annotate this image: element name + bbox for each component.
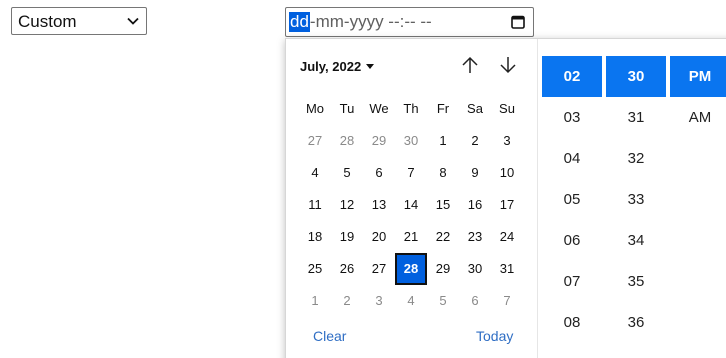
day-cell[interactable]: 27 <box>363 253 395 285</box>
day-cell[interactable]: 1 <box>299 285 331 317</box>
remaining-segments[interactable]: -mm-yyyy --:-- -- <box>310 12 509 32</box>
weekday-label: Tu <box>339 101 355 116</box>
chevron-down-icon <box>126 14 140 28</box>
ampm-option[interactable]: AM <box>670 97 726 138</box>
day-cell[interactable]: 3 <box>491 125 523 157</box>
day-cell[interactable]: 30 <box>459 253 491 285</box>
hour-column: 02 03 04 05 06 07 08 <box>542 56 602 343</box>
day-cell[interactable]: 18 <box>299 221 331 253</box>
weekday-header-row: Mo Tu We Th Fr Sa Su <box>299 93 523 125</box>
calendar-grid: Mo Tu We Th Fr Sa Su 27 28 29 30 1 2 3 4… <box>299 93 523 317</box>
day-cell[interactable]: 6 <box>363 157 395 189</box>
day-cell[interactable]: 7 <box>491 285 523 317</box>
weekday-label: Fr <box>436 101 450 116</box>
minute-option[interactable]: 34 <box>606 220 666 261</box>
minute-option[interactable]: 36 <box>606 302 666 343</box>
hour-option-selected[interactable]: 02 <box>542 56 602 97</box>
week-row: 18 19 20 21 22 23 24 <box>299 221 523 253</box>
day-cell[interactable]: 12 <box>331 189 363 221</box>
hour-option[interactable]: 07 <box>542 261 602 302</box>
day-cell[interactable]: 26 <box>331 253 363 285</box>
minute-option[interactable]: 33 <box>606 179 666 220</box>
day-cell[interactable]: 29 <box>427 253 459 285</box>
day-cell[interactable]: 17 <box>491 189 523 221</box>
day-cell[interactable]: 14 <box>395 189 427 221</box>
week-row: 4 5 6 7 8 9 10 <box>299 157 523 189</box>
datetime-picker-popup: July, 2022 Mo Tu We Th Fr Sa Su 27 28 29… <box>285 38 726 358</box>
hour-option[interactable]: 03 <box>542 97 602 138</box>
next-month-button[interactable] <box>496 53 520 77</box>
day-cell[interactable]: 7 <box>395 157 427 189</box>
day-cell[interactable]: 1 <box>427 125 459 157</box>
weekday-label: Su <box>499 101 515 116</box>
day-cell[interactable]: 31 <box>491 253 523 285</box>
day-segment[interactable]: dd <box>289 12 310 32</box>
day-cell[interactable]: 2 <box>459 125 491 157</box>
week-row: 11 12 13 14 15 16 17 <box>299 189 523 221</box>
day-cell[interactable]: 9 <box>459 157 491 189</box>
weekday-label: We <box>369 101 389 116</box>
day-cell-selected[interactable]: 28 <box>395 253 427 285</box>
datetime-input[interactable]: dd -mm-yyyy --:-- -- <box>285 7 534 37</box>
weekday-label: Th <box>403 101 419 116</box>
minute-option[interactable]: 32 <box>606 138 666 179</box>
hour-option[interactable]: 05 <box>542 179 602 220</box>
day-cell[interactable]: 10 <box>491 157 523 189</box>
ampm-option-selected[interactable]: PM <box>670 56 726 97</box>
day-cell[interactable]: 8 <box>427 157 459 189</box>
today-button[interactable]: Today <box>476 328 513 344</box>
caret-down-icon <box>366 63 375 69</box>
day-cell[interactable]: 4 <box>299 157 331 189</box>
day-cell[interactable]: 19 <box>331 221 363 253</box>
hour-option[interactable]: 08 <box>542 302 602 343</box>
arrow-up-icon <box>462 56 478 73</box>
minute-option[interactable]: 35 <box>606 261 666 302</box>
day-cell[interactable]: 16 <box>459 189 491 221</box>
day-cell[interactable]: 23 <box>459 221 491 253</box>
day-cell[interactable]: 30 <box>395 125 427 157</box>
month-year-dropdown[interactable]: July, 2022 <box>300 59 375 74</box>
ampm-column: PM AM <box>670 56 726 138</box>
day-cell[interactable]: 25 <box>299 253 331 285</box>
day-cell[interactable]: 3 <box>363 285 395 317</box>
weekday-label: Mo <box>305 101 325 116</box>
weekday-label: Sa <box>467 101 483 116</box>
month-year-label: July, 2022 <box>300 59 362 74</box>
week-row: 27 28 29 30 1 2 3 <box>299 125 523 157</box>
day-cell[interactable]: 5 <box>427 285 459 317</box>
day-cell[interactable]: 4 <box>395 285 427 317</box>
day-cell[interactable]: 27 <box>299 125 331 157</box>
calendar-icon[interactable] <box>509 13 527 31</box>
day-cell[interactable]: 5 <box>331 157 363 189</box>
clear-button[interactable]: Clear <box>313 328 346 344</box>
minute-option[interactable]: 31 <box>606 97 666 138</box>
hour-option[interactable]: 06 <box>542 220 602 261</box>
previous-month-button[interactable] <box>458 53 482 77</box>
week-row: 25 26 27 28 29 30 31 <box>299 253 523 285</box>
day-cell[interactable]: 20 <box>363 221 395 253</box>
day-cell[interactable]: 29 <box>363 125 395 157</box>
day-cell[interactable]: 13 <box>363 189 395 221</box>
custom-select[interactable]: Custom <box>11 7 147 35</box>
day-cell[interactable]: 6 <box>459 285 491 317</box>
day-cell[interactable]: 15 <box>427 189 459 221</box>
day-cell[interactable]: 21 <box>395 221 427 253</box>
day-cell[interactable]: 28 <box>331 125 363 157</box>
day-cell[interactable]: 11 <box>299 189 331 221</box>
day-cell[interactable]: 2 <box>331 285 363 317</box>
week-row: 1 2 3 4 5 6 7 <box>299 285 523 317</box>
arrow-down-icon <box>500 57 516 74</box>
minute-option-selected[interactable]: 30 <box>606 56 666 97</box>
page-root: Custom dd -mm-yyyy --:-- -- July, 2022 M… <box>0 0 726 358</box>
day-cell[interactable]: 22 <box>427 221 459 253</box>
time-pane: 02 03 04 05 06 07 08 30 31 32 33 34 35 3… <box>537 39 726 358</box>
day-cell[interactable]: 24 <box>491 221 523 253</box>
calendar-pane: July, 2022 Mo Tu We Th Fr Sa Su 27 28 29… <box>286 39 536 358</box>
select-value: Custom <box>18 11 77 31</box>
minute-column: 30 31 32 33 34 35 36 <box>606 56 666 343</box>
hour-option[interactable]: 04 <box>542 138 602 179</box>
